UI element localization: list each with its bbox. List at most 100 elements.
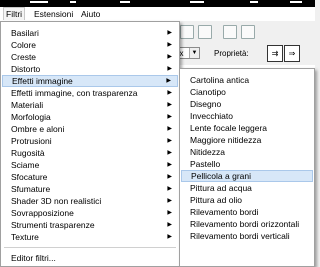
menu-item-label: Rilevamento bordi verticali: [190, 231, 290, 241]
submenu-item-pastello[interactable]: Pastello: [181, 158, 313, 170]
menu-item-protrusioni[interactable]: Protrusioni ▶: [2, 135, 178, 147]
submenu-arrow-icon: ▶: [166, 78, 171, 84]
submenu-arrow-icon: ▶: [167, 114, 172, 120]
menu-item-label: Sfocature: [11, 172, 48, 182]
menu-item-label: Pittura ad acqua: [190, 183, 252, 193]
menu-separator: [4, 247, 176, 248]
menu-item-label: Disegno: [190, 99, 222, 109]
align-icon[interactable]: ⇉: [267, 45, 283, 62]
menu-item-label: Invecchiato: [190, 111, 233, 121]
submenu-item-pittura-ad-acqua[interactable]: Pittura ad acqua: [181, 182, 313, 194]
menu-item-label: Morfologia: [11, 112, 51, 122]
menu-item-strumenti-trasparenze[interactable]: Strumenti trasparenze ▶: [2, 219, 178, 231]
menu-item-sfumature[interactable]: Sfumature ▶: [2, 183, 178, 195]
submenu-item-rilevamento-bordi-verticali[interactable]: Rilevamento bordi verticali: [181, 230, 313, 242]
menu-item-label: Sovrapposizione: [11, 208, 74, 218]
menu-item-label: Strumenti trasparenze: [11, 220, 95, 230]
menu-item-label: Pellicola a grani: [191, 171, 252, 181]
submenu-arrow-icon: ▶: [167, 210, 172, 216]
submenu-item-pittura-ad-olio[interactable]: Pittura ad olio: [181, 194, 313, 206]
submenu-item-rilevamento-bordi[interactable]: Rilevamento bordi: [181, 206, 313, 218]
submenu-item-invecchiato[interactable]: Invecchiato: [181, 110, 313, 122]
menu-item-label: Lente focale leggera: [190, 123, 268, 133]
submenu-arrow-icon: ▶: [167, 102, 172, 108]
menu-item-morfologia[interactable]: Morfologia ▶: [2, 111, 178, 123]
properties-label: Proprietà:: [214, 49, 249, 58]
submenu-item-cartolina-antica[interactable]: Cartolina antica: [181, 74, 313, 86]
align-icon[interactable]: ⇒: [284, 45, 300, 62]
menu-item-label: Protrusioni: [11, 136, 52, 146]
menu-item-editor-filtri[interactable]: Editor filtri...: [2, 252, 178, 264]
submenu-arrow-icon: ▶: [167, 162, 172, 168]
menu-item-label: Effetti immagine, con trasparenza: [11, 88, 138, 98]
menu-item-label: Nitidezza: [190, 147, 225, 157]
menu-extensions[interactable]: Estensioni: [32, 8, 75, 20]
menu-item-sovrapposizione[interactable]: Sovrapposizione ▶: [2, 207, 178, 219]
submenu-arrow-icon: ▶: [167, 150, 172, 156]
submenu-arrow-icon: ▶: [167, 126, 172, 132]
menubar: Filtri Estensioni Aiuto: [0, 7, 315, 22]
menu-item-rugosita[interactable]: Rugosità ▶: [2, 147, 178, 159]
submenu-item-pellicola-a-grani[interactable]: Pellicola a grani: [181, 170, 313, 182]
submenu-arrow-icon: ▶: [167, 30, 172, 36]
menu-item-label: Editor filtri...: [11, 253, 56, 263]
menu-item-label: Materiali: [11, 100, 44, 110]
menu-item-label: Pastello: [190, 159, 221, 169]
menu-item-effetti-trasparenza[interactable]: Effetti immagine, con trasparenza ▶: [2, 87, 178, 99]
submenu-arrow-icon: ▶: [167, 222, 172, 228]
menu-item-label: Cianotipo: [190, 87, 226, 97]
menu-item-distorto[interactable]: Distorto ▶: [2, 63, 178, 75]
submenu-item-maggiore-nitidezza[interactable]: Maggiore nitidezza: [181, 134, 313, 146]
menu-item-creste[interactable]: Creste ▶: [2, 51, 178, 63]
submenu-arrow-icon: ▶: [167, 54, 172, 60]
submenu-arrow-icon: ▶: [167, 66, 172, 72]
chevron-down-icon: ▼: [189, 48, 199, 58]
submenu-arrow-icon: ▶: [167, 138, 172, 144]
menu-item-label: Colore: [11, 40, 37, 50]
toolbar-icon[interactable]: [223, 25, 237, 39]
submenu-arrow-icon: ▶: [167, 198, 172, 204]
submenu-item-disegno[interactable]: Disegno: [181, 98, 313, 110]
menu-item-colore[interactable]: Colore ▶: [2, 39, 178, 51]
submenu-arrow-icon: ▶: [167, 234, 172, 240]
menu-item-label: Pittura ad olio: [190, 195, 242, 205]
menu-item-label: Creste: [11, 52, 37, 62]
toolbar-icon[interactable]: [180, 25, 194, 39]
menu-item-sciame[interactable]: Sciame ▶: [2, 159, 178, 171]
menu-help[interactable]: Aiuto: [79, 8, 102, 20]
filters-menu: Basilari ▶ Colore ▶ Creste ▶ Distorto ▶ Effe…: [0, 21, 180, 267]
submenu-arrow-icon: ▶: [167, 186, 172, 192]
menu-item-label: Shader 3D non realistici: [11, 196, 102, 206]
menu-item-effetti-immagine[interactable]: Effetti immagine ▶: [2, 75, 178, 87]
menu-filters[interactable]: Filtri: [3, 7, 26, 20]
menu-item-label: Cartolina antica: [190, 75, 250, 85]
menu-item-basilari[interactable]: Basilari ▶: [2, 27, 178, 39]
menu-item-label: Effetti immagine: [12, 76, 73, 86]
menu-item-label: Rilevamento bordi orizzontali: [190, 219, 300, 229]
menu-item-texture[interactable]: Texture ▶: [2, 231, 178, 243]
submenu-item-cianotipo[interactable]: Cianotipo: [181, 86, 313, 98]
submenu-arrow-icon: ▶: [167, 90, 172, 96]
submenu-arrow-icon: ▶: [167, 174, 172, 180]
menu-item-ombre-aloni[interactable]: Ombre e aloni ▶: [2, 123, 178, 135]
image-effects-submenu: Cartolina antica Cianotipo Disegno Invec…: [179, 68, 315, 267]
menu-item-sfocature[interactable]: Sfocature ▶: [2, 171, 178, 183]
menu-item-label: Sciame: [11, 160, 40, 170]
menu-item-label: Sfumature: [11, 184, 51, 194]
submenu-item-rilevamento-bordi-orizzontali[interactable]: Rilevamento bordi orizzontali: [181, 218, 313, 230]
menu-item-shader-3d[interactable]: Shader 3D non realistici ▶: [2, 195, 178, 207]
menu-item-label: Ombre e aloni: [11, 124, 65, 134]
submenu-item-nitidezza[interactable]: Nitidezza: [181, 146, 313, 158]
submenu-arrow-icon: ▶: [167, 42, 172, 48]
menu-item-label: Distorto: [11, 64, 41, 74]
toolbar-icon[interactable]: [198, 25, 212, 39]
title-bar: [0, 0, 315, 7]
submenu-item-lente-focale-leggera[interactable]: Lente focale leggera: [181, 122, 313, 134]
menu-item-label: Rilevamento bordi: [190, 207, 259, 217]
toolbar-icon[interactable]: [241, 25, 255, 39]
menu-item-label: Maggiore nitidezza: [190, 135, 262, 145]
menu-item-label: Texture: [11, 232, 39, 242]
menu-item-materiali[interactable]: Materiali ▶: [2, 99, 178, 111]
menu-item-label: Basilari: [11, 28, 39, 38]
menu-item-label: Rugosità: [11, 148, 45, 158]
